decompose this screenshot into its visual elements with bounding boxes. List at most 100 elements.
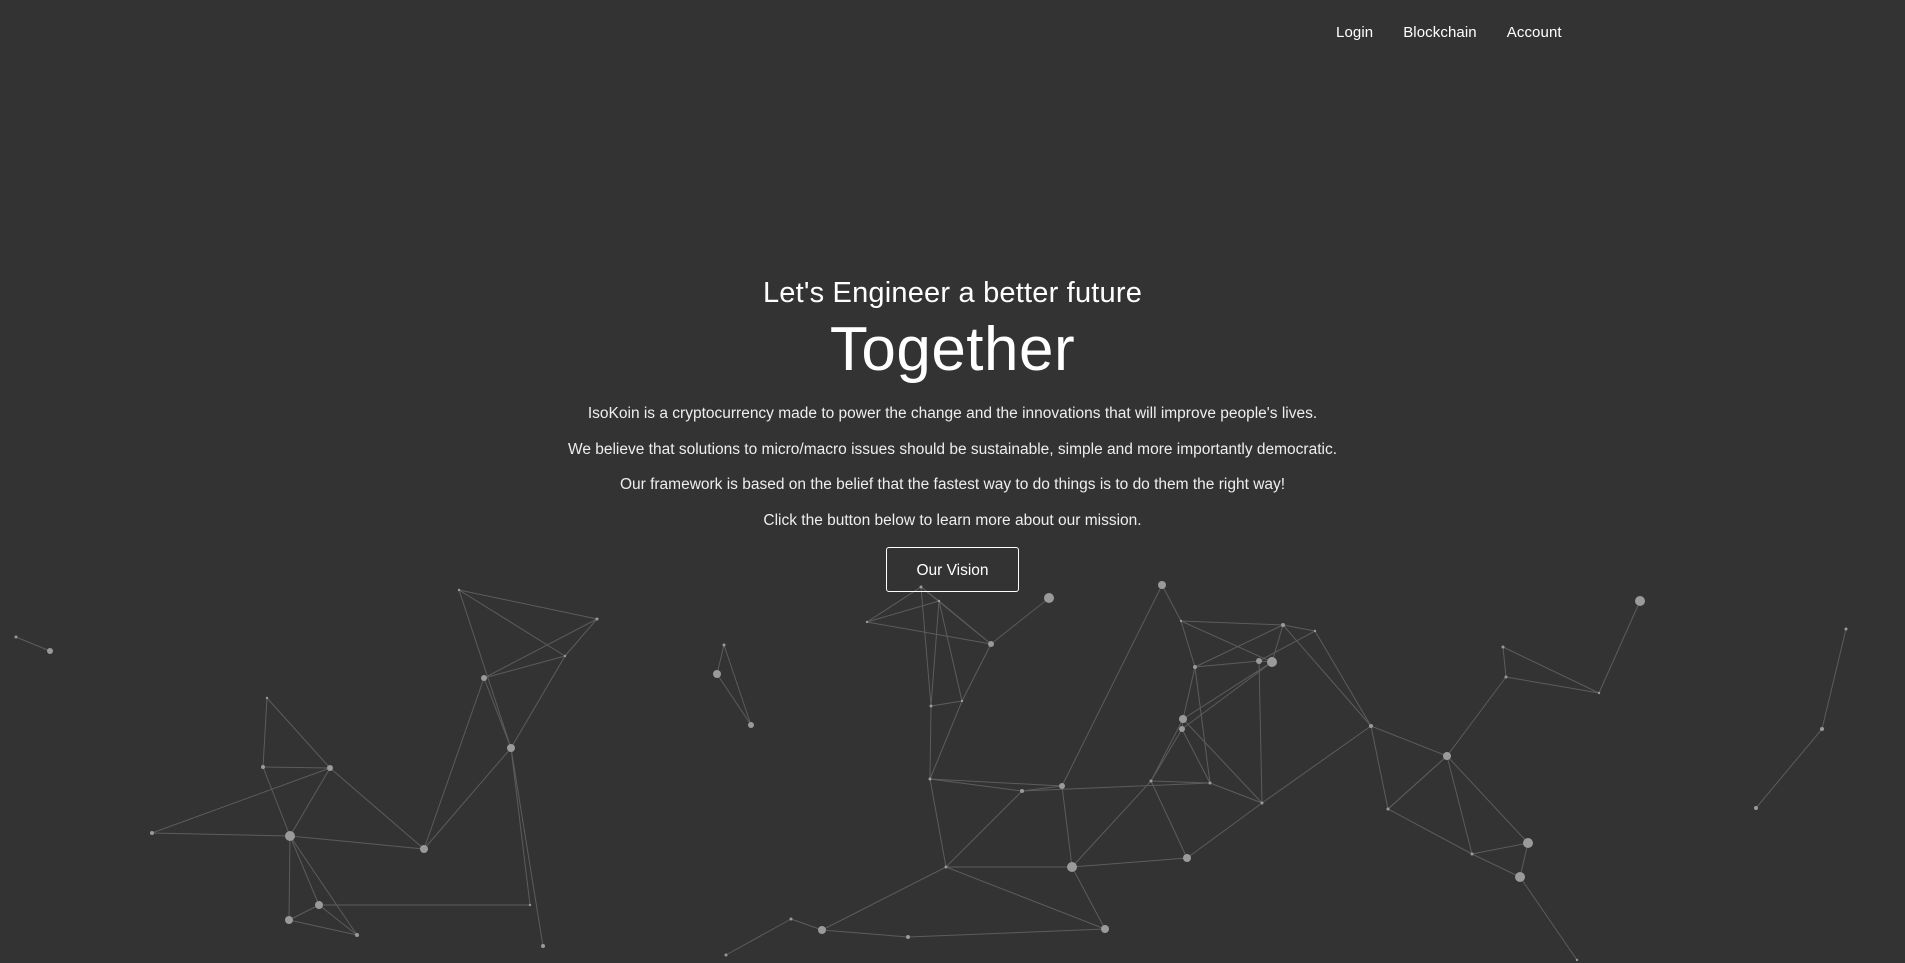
network-node	[1844, 627, 1848, 631]
network-node	[327, 765, 333, 771]
network-link	[483, 655, 566, 679]
network-link	[329, 767, 425, 850]
network-node	[960, 699, 964, 703]
our-vision-button[interactable]: Our Vision	[886, 547, 1019, 592]
network-node	[595, 617, 599, 621]
network-node	[1635, 596, 1645, 606]
network-node	[865, 620, 869, 624]
network-link	[1271, 624, 1284, 663]
network-link	[1071, 866, 1106, 930]
network-node	[1267, 657, 1277, 667]
network-node	[1179, 619, 1183, 623]
network-link	[564, 618, 598, 657]
network-node	[1470, 852, 1474, 856]
network-node	[150, 831, 154, 835]
network-link	[929, 705, 932, 780]
network-link	[725, 918, 792, 956]
network-link	[938, 600, 963, 702]
network-node	[929, 704, 933, 708]
network-link	[1387, 808, 1473, 855]
network-node	[355, 933, 359, 937]
network-link	[1071, 857, 1188, 868]
network-link	[1061, 584, 1163, 787]
network-link	[1150, 780, 1211, 784]
hero-description: IsoKoin is a cryptocurrency made to powe…	[0, 396, 1905, 538]
network-node	[928, 777, 932, 781]
network-node	[14, 635, 18, 639]
network-link	[1180, 620, 1273, 663]
network-node	[541, 944, 545, 948]
network-link	[1505, 676, 1600, 694]
network-link	[945, 790, 1023, 868]
network-node	[1256, 658, 1262, 664]
network-link	[866, 621, 992, 645]
network-node	[906, 935, 910, 939]
nav-login-link[interactable]: Login	[1336, 24, 1373, 41]
network-node	[1193, 665, 1197, 669]
network-link	[907, 928, 1106, 938]
network-node	[285, 831, 295, 841]
network-link	[716, 673, 752, 726]
network-link	[288, 835, 291, 921]
network-node	[1260, 801, 1264, 805]
network-link	[1150, 718, 1184, 782]
network-node	[1575, 958, 1579, 962]
network-node	[1208, 781, 1212, 785]
network-node	[722, 643, 726, 647]
network-link	[1180, 620, 1196, 668]
network-node	[1067, 862, 1077, 872]
network-link	[423, 677, 485, 850]
network-node	[1369, 724, 1373, 728]
network-link	[716, 644, 725, 675]
network-link	[458, 589, 598, 620]
hero-paragraph-framework: Our framework is based on the belief tha…	[619, 476, 1286, 493]
network-link	[1370, 725, 1389, 810]
network-link	[151, 767, 331, 834]
network-node	[265, 696, 269, 700]
network-node	[1504, 675, 1508, 679]
network-link	[1821, 628, 1847, 730]
network-node	[1597, 691, 1601, 695]
network-link	[929, 778, 1063, 787]
network-link	[1150, 728, 1183, 782]
hero-paragraph-cta-hint: Click the button below to learn more abo…	[763, 511, 1142, 529]
network-node	[285, 916, 293, 924]
network-node	[1020, 789, 1024, 793]
hero-paragraph-belief: We believe that solutions to micro/macro…	[567, 440, 1338, 458]
network-link	[1314, 630, 1372, 727]
network-node	[1386, 807, 1390, 811]
network-link	[930, 700, 963, 707]
network-node	[507, 744, 515, 752]
network-link	[458, 589, 512, 749]
top-navigation: Login Blockchain Account	[1336, 24, 1562, 41]
nav-blockchain-link[interactable]: Blockchain	[1403, 24, 1477, 41]
network-node	[1754, 806, 1758, 810]
network-link	[945, 866, 1106, 930]
network-link	[1182, 666, 1196, 720]
network-link	[1446, 755, 1473, 855]
network-link	[1181, 728, 1211, 784]
network-node	[528, 903, 532, 907]
network-link	[1258, 630, 1316, 662]
hero-section: Let's Engineer a better future Together …	[0, 272, 1905, 592]
network-node	[1044, 593, 1054, 603]
network-node	[481, 675, 487, 681]
network-node	[47, 648, 53, 654]
network-link	[483, 677, 512, 749]
network-link	[930, 600, 940, 707]
network-link	[1446, 755, 1529, 844]
network-link	[929, 778, 947, 868]
network-link	[151, 832, 291, 837]
network-node	[988, 641, 994, 647]
network-link	[866, 600, 940, 623]
network-node	[1515, 872, 1525, 882]
network-node	[789, 917, 793, 921]
network-link	[458, 589, 566, 657]
network-link	[821, 929, 909, 938]
network-node	[563, 654, 567, 658]
nav-account-link[interactable]: Account	[1507, 24, 1562, 41]
network-node	[937, 599, 941, 603]
network-link	[1150, 780, 1188, 859]
network-node	[1313, 629, 1317, 633]
network-link	[1282, 624, 1372, 727]
